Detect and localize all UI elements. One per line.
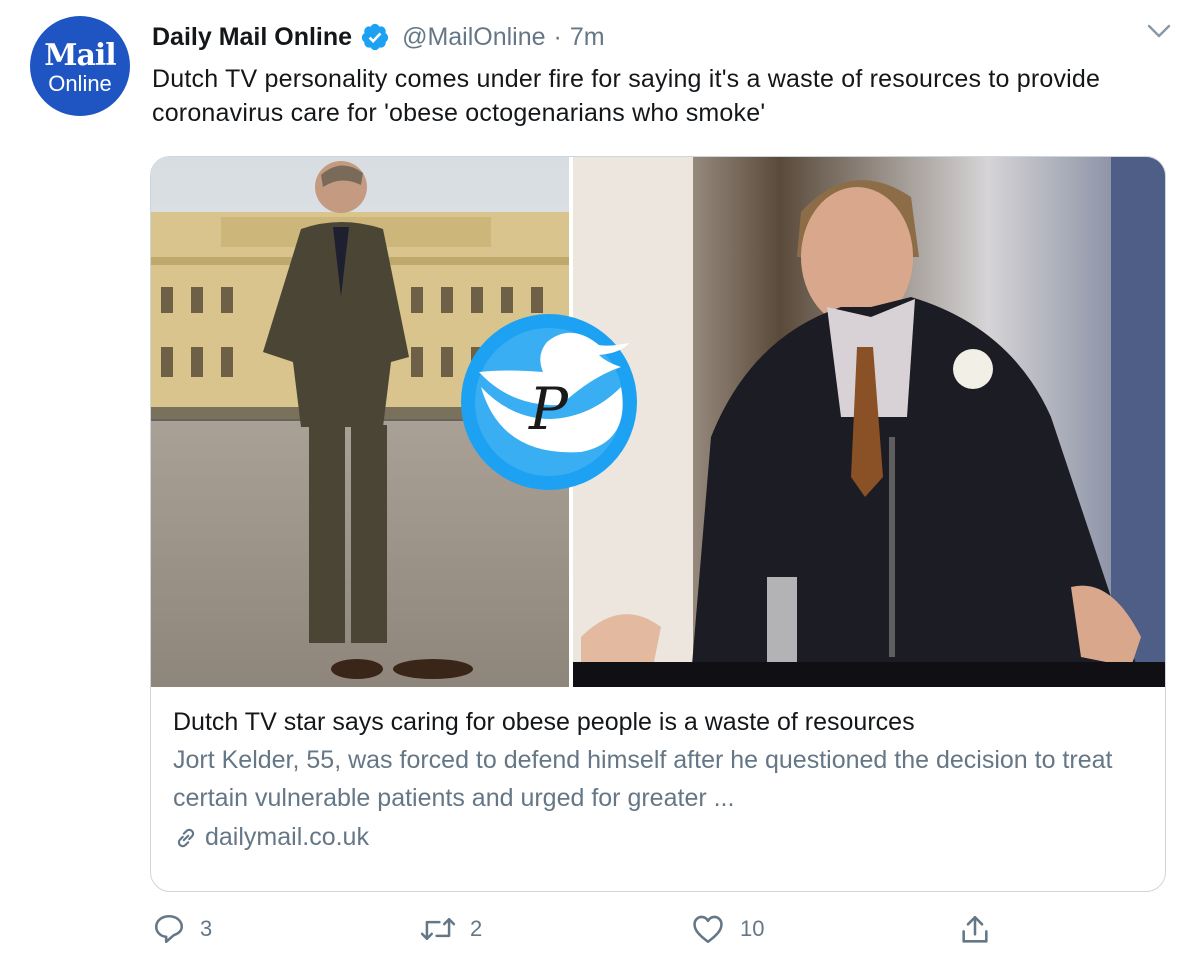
link-card[interactable]: P Dutch TV star says caring for obese pe… [150, 156, 1166, 892]
avatar-line-1: Mail [44, 38, 116, 73]
svg-text:P: P [528, 375, 569, 443]
tweet-text: Dutch TV personality comes under fire fo… [152, 65, 1101, 127]
card-title: Dutch TV star says caring for obese peop… [173, 708, 915, 736]
card-description: Jort Kelder, 55, was forced to defend hi… [173, 746, 1113, 812]
right-photo [573, 157, 1165, 687]
avatar-line-2: Online [48, 71, 112, 96]
separator-dot: · [553, 22, 562, 51]
card-domain-row: dailymail.co.uk [173, 823, 1143, 852]
tweet: Mail Online Daily Mail Online @MailOnlin… [0, 0, 1200, 969]
share-button[interactable] [958, 912, 992, 948]
like-count: 10 [740, 916, 765, 941]
reply-count: 3 [200, 916, 213, 941]
card-body: Dutch TV star says caring for obese peop… [173, 705, 1143, 852]
verified-badge-icon [361, 23, 389, 51]
timestamp[interactable]: 7m [570, 23, 605, 52]
author-name[interactable]: Daily Mail Online [152, 23, 352, 52]
like-button[interactable]: 10 [690, 912, 764, 946]
avatar[interactable]: Mail Online [30, 16, 130, 116]
tweet-header: Daily Mail Online @MailOnline · 7m [152, 20, 605, 54]
action-bar: 3 2 10 [0, 912, 1200, 956]
card-image: P [151, 157, 1165, 687]
retweet-count: 2 [470, 916, 483, 941]
chevron-down-icon[interactable] [1146, 22, 1172, 40]
reply-icon [154, 914, 184, 944]
twitter-bird-watermark-icon: P [461, 314, 637, 490]
share-icon [962, 915, 988, 943]
reply-button[interactable]: 3 [152, 912, 212, 946]
author-handle[interactable]: @MailOnline [402, 23, 545, 52]
retweet-button[interactable]: 2 [420, 912, 482, 946]
card-media[interactable]: P [151, 157, 1165, 687]
retweet-icon [420, 918, 456, 940]
like-icon [693, 915, 723, 944]
link-icon [177, 828, 195, 847]
card-domain: dailymail.co.uk [205, 823, 369, 851]
